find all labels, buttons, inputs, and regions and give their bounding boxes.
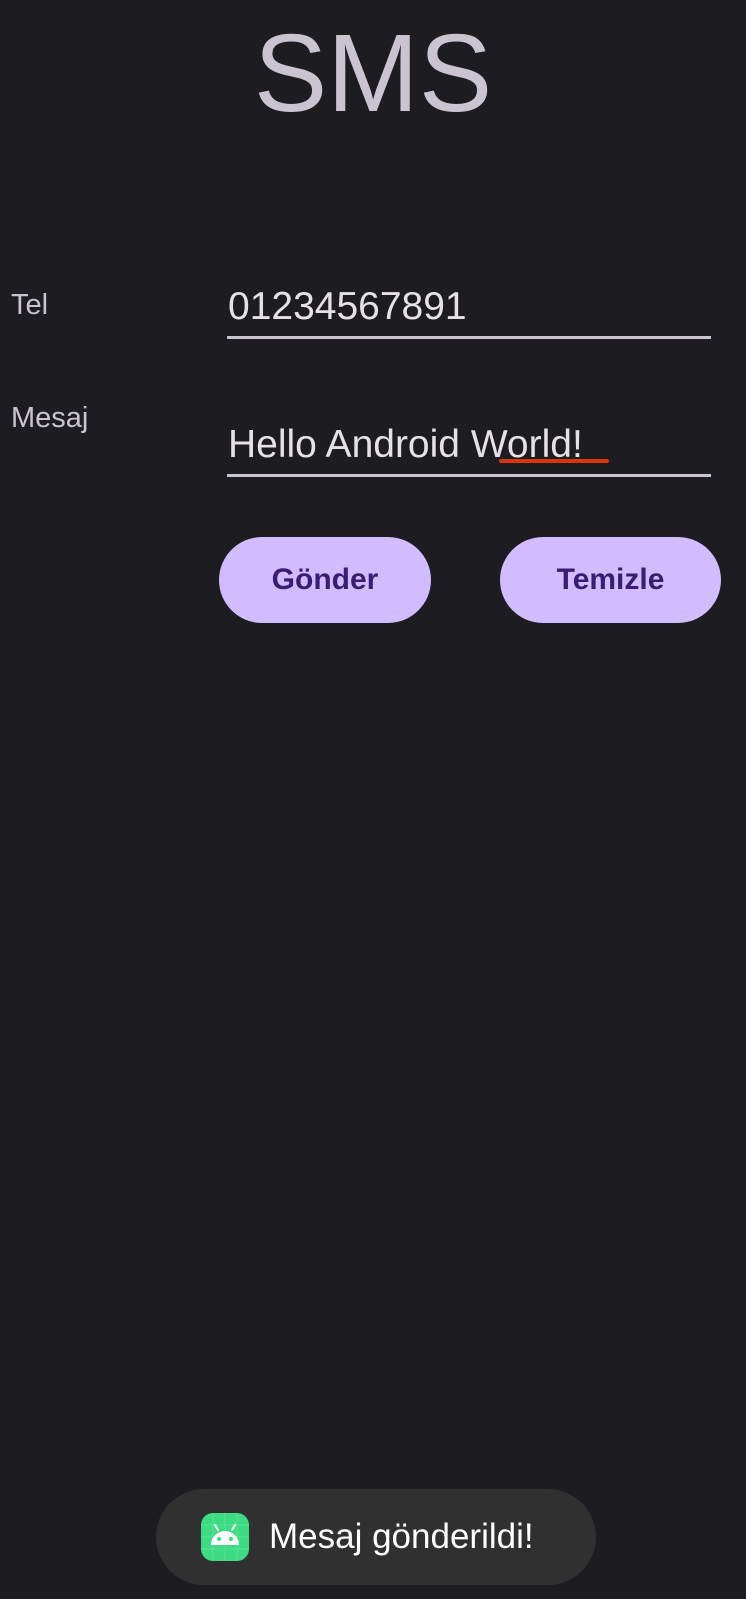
page-title: SMS [253, 12, 493, 135]
message-label: Mesaj [11, 402, 89, 434]
toast-message: Mesaj gönderildi! [269, 1517, 534, 1556]
send-button[interactable]: Gönder [219, 537, 431, 623]
toast: Mesaj gönderildi! [156, 1489, 596, 1585]
tel-field-value: 01234567891 [228, 285, 467, 328]
message-field[interactable]: Hello Android World! [227, 422, 711, 477]
tel-field[interactable]: 01234567891 [227, 284, 711, 339]
tel-label: Tel [11, 289, 49, 321]
spellcheck-underline [499, 459, 609, 463]
android-app-icon [201, 1513, 249, 1561]
clear-button[interactable]: Temizle [500, 537, 721, 623]
